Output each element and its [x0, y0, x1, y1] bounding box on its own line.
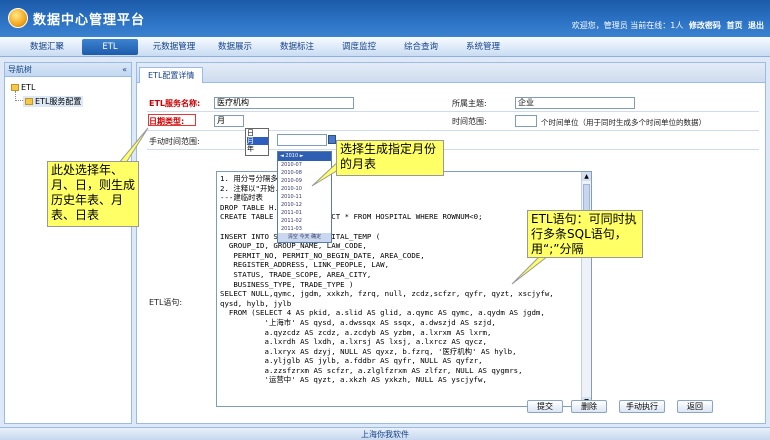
tree-node-label: ETL服务配置: [35, 97, 82, 106]
app-title: 数据中心管理平台: [33, 13, 146, 28]
tab-etl-config-detail[interactable]: ETL配置详情: [139, 67, 204, 83]
main-nav: 数据汇聚 ETL 元数据管理 数据展示 数据标注 调度监控 综合查询 系统管理: [0, 37, 770, 57]
home-link[interactable]: 首页: [726, 21, 742, 30]
nav-item-system[interactable]: 系统管理: [458, 39, 508, 55]
etl-sql-textarea[interactable]: 1. 用分号分隔多条... 2. 注释以"开始... ---建临时表 DROP …: [216, 171, 592, 407]
manual-range-label: 手动时间范围:: [149, 137, 200, 146]
tree-node-etl-service-config[interactable]: ETL服务配置: [23, 96, 84, 107]
etl-sql-text: 1. 用分号分隔多条... 2. 注释以"开始... ---建临时表 DROP …: [220, 174, 554, 385]
form-row-service: ETL服务名称: 医疗机构 所属主题: 企业: [147, 95, 759, 112]
nav-item-metadata[interactable]: 元数据管理: [146, 39, 202, 55]
nav-item-data-display[interactable]: 数据展示: [210, 39, 260, 55]
delete-button[interactable]: 删除: [571, 400, 607, 413]
topic-field[interactable]: 企业: [515, 97, 635, 109]
date-type-dropdown[interactable]: 日 月 年: [245, 128, 269, 156]
topic-label: 所属主题:: [452, 99, 487, 108]
time-range-field[interactable]: [515, 115, 537, 127]
nav-tree-title: 导航树: [8, 65, 32, 74]
change-password-link[interactable]: 修改密码: [689, 21, 721, 30]
month-picker-item[interactable]: 2010-12: [278, 201, 331, 209]
note-date-type: 此处选择年、月、日，则生成历史年表、月表、日表: [47, 161, 139, 227]
month-picker-item[interactable]: 2010-11: [278, 193, 331, 201]
back-button[interactable]: 返回: [677, 400, 713, 413]
manual-run-button[interactable]: 手动执行: [619, 400, 665, 413]
logo-icon: [8, 8, 28, 28]
header-user-info: 欢迎您，管理员 当前在线：1人 修改密码 首页 退出: [572, 20, 764, 31]
file-icon: [25, 98, 33, 105]
month-picker-footer[interactable]: 清空 今天 确定: [278, 233, 331, 242]
nav-tree-header: 导航树 «: [5, 63, 131, 77]
nav-item-data-tagging[interactable]: 数据标注: [272, 39, 322, 55]
note-month-table: 选择生成指定月份的月表: [336, 140, 444, 176]
form-row-manual-range: 手动时间范围:: [147, 132, 759, 150]
month-picker-item[interactable]: 2010-10: [278, 185, 331, 193]
month-picker-item[interactable]: 2011-03: [278, 225, 331, 233]
app-header: 数据中心管理平台 欢迎您，管理员 当前在线：1人 修改密码 首页 退出: [0, 0, 770, 37]
month-picker-header: ◄ 2010 ►: [278, 152, 331, 161]
month-picker-item[interactable]: 2010-08: [278, 169, 331, 177]
month-picker-item[interactable]: 2010-09: [278, 177, 331, 185]
nav-item-schedule-monitor[interactable]: 调度监控: [334, 39, 384, 55]
nav-tree-panel: 导航树 « ETL ETL服务配置: [4, 62, 132, 424]
time-range-label: 时间范围:: [452, 117, 487, 126]
manual-range-end-field[interactable]: [277, 134, 327, 146]
tree-node-label: ETL: [21, 83, 36, 92]
etl-config-panel: ETL配置详情 ETL服务名称: 医疗机构 所属主题: 企业 日期类型: 月 时…: [136, 62, 766, 424]
folder-icon: [11, 84, 19, 91]
date-type-option[interactable]: 月: [247, 137, 268, 145]
month-picker-item[interactable]: 2010-07: [278, 161, 331, 169]
month-picker-item[interactable]: 2011-01: [278, 209, 331, 217]
collapse-icon[interactable]: «: [122, 63, 127, 77]
submit-button[interactable]: 提交: [527, 400, 563, 413]
sql-scrollbar[interactable]: ▲ ▼: [581, 172, 591, 406]
service-name-label: ETL服务名称:: [149, 99, 201, 108]
note-etl-sql: ETL语句：可同时执行多条SQL语句，用“;”分隔: [527, 210, 643, 258]
service-name-field[interactable]: 医疗机构: [214, 97, 354, 109]
form-row-date: 日期类型: 月 时间范围: 个时间单位（用于同时生成多个时间单位的数据）: [147, 113, 759, 131]
nav-item-query[interactable]: 综合查询: [396, 39, 446, 55]
tree-connector: [15, 91, 23, 101]
date-type-option[interactable]: 年: [247, 145, 268, 153]
date-type-select[interactable]: 月: [214, 115, 244, 127]
nav-item-data-aggregation[interactable]: 数据汇聚: [22, 39, 72, 55]
date-type-option[interactable]: 日: [247, 129, 268, 137]
calendar-icon[interactable]: [328, 135, 336, 144]
scroll-up-icon[interactable]: ▲: [582, 172, 591, 181]
month-picker-item[interactable]: 2011-02: [278, 217, 331, 225]
nav-item-etl[interactable]: ETL: [82, 39, 138, 55]
welcome-text: 欢迎您，管理员 当前在线：1人: [571, 21, 684, 30]
time-range-hint: 个时间单位（用于同时生成多个时间单位的数据）: [541, 118, 706, 127]
month-picker-popup[interactable]: ◄ 2010 ► 2010-07 2010-08 2010-09 2010-10…: [277, 151, 332, 243]
etl-sql-label: ETL语句:: [149, 298, 183, 307]
tab-strip: ETL配置详情: [137, 63, 765, 83]
logout-link[interactable]: 退出: [748, 21, 764, 30]
page-footer: 上海你我软件: [0, 427, 770, 440]
date-type-highlight: [148, 114, 196, 126]
